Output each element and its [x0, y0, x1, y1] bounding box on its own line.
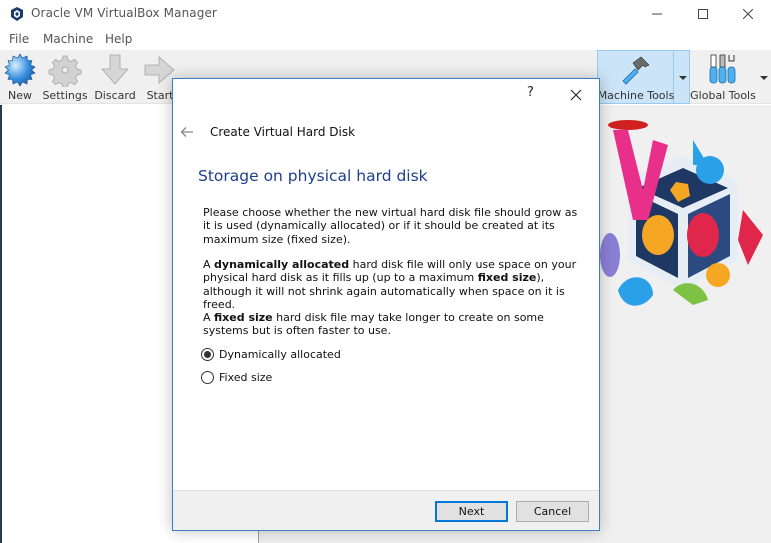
- discard-button[interactable]: Discard: [94, 50, 136, 104]
- next-button[interactable]: Next: [435, 501, 508, 522]
- machine-tools-dropdown-icon[interactable]: [679, 76, 687, 80]
- machine-tools-content[interactable]: Machine Tools: [598, 50, 674, 104]
- tools-icon: [709, 54, 736, 84]
- global-tools-button[interactable]: Global Tools: [690, 50, 756, 104]
- menu-file[interactable]: File: [9, 32, 29, 46]
- maximize-button[interactable]: [680, 0, 726, 28]
- page-heading: Storage on physical hard disk: [198, 167, 428, 185]
- minimize-button[interactable]: [634, 0, 680, 28]
- intro-text: Please choose whether the new virtual ha…: [203, 206, 578, 246]
- minimize-icon: [652, 13, 662, 15]
- down-arrow-icon: [101, 54, 129, 85]
- radio-dynamically-allocated[interactable]: Dynamically allocated: [201, 348, 341, 361]
- window-title: Oracle VM VirtualBox Manager: [31, 6, 217, 20]
- virtualbox-manager-window: Oracle VM VirtualBox Manager File Machin…: [0, 0, 771, 543]
- radio-button-selected[interactable]: [201, 348, 214, 361]
- menu-help[interactable]: Help: [105, 32, 132, 46]
- close-button[interactable]: [725, 0, 771, 28]
- radio-fixed-size[interactable]: Fixed size: [201, 371, 272, 384]
- dialog-button-bar: Next Cancel: [173, 490, 599, 530]
- maximize-icon: [698, 9, 708, 19]
- radio-label-fixed: Fixed size: [219, 371, 273, 384]
- dynamic-paragraph: A dynamically allocated hard disk file w…: [203, 258, 578, 312]
- virtualbox-mascot-illustration: [600, 120, 763, 306]
- radio-button-unselected[interactable]: [201, 371, 214, 384]
- dialog-close-icon[interactable]: [566, 85, 586, 105]
- gear-icon: [48, 55, 82, 87]
- discard-label: Discard: [94, 89, 136, 102]
- new-starburst-icon: [4, 53, 36, 87]
- close-icon: [743, 9, 753, 19]
- new-label: New: [8, 89, 32, 102]
- dialog-title: Create Virtual Hard Disk: [210, 125, 356, 139]
- help-button[interactable]: ?: [527, 85, 534, 100]
- fixed-size-term: fixed size: [214, 311, 273, 324]
- title-bar: Oracle VM VirtualBox Manager: [0, 0, 771, 28]
- radio-dot: [204, 351, 211, 358]
- create-virtual-hard-disk-dialog: ? Create Virtual Hard Disk Storage on ph…: [172, 78, 600, 531]
- back-arrow-icon[interactable]: [180, 126, 194, 138]
- fixed-text-pre: A: [203, 311, 215, 324]
- cancel-button[interactable]: Cancel: [516, 501, 589, 522]
- left-edge: [0, 105, 2, 543]
- global-tools-dropdown-icon[interactable]: [760, 76, 768, 80]
- fixed-paragraph: A fixed size hard disk file may take lon…: [203, 311, 578, 338]
- new-button[interactable]: New: [2, 50, 38, 104]
- hammer-icon: [622, 56, 650, 85]
- settings-button[interactable]: Settings: [42, 50, 88, 104]
- menu-machine[interactable]: Machine: [43, 32, 93, 46]
- start-label: Start: [146, 89, 174, 102]
- fixed-term: fixed size: [477, 271, 537, 285]
- machine-tools-label: Machine Tools: [597, 89, 675, 102]
- global-tools-label: Global Tools: [690, 89, 756, 102]
- dynamic-text-pre: A: [203, 258, 215, 271]
- radio-label-dynamic: Dynamically allocated: [219, 348, 341, 361]
- virtualbox-logo-icon: [11, 7, 23, 21]
- dynamic-term: dynamically allocated: [214, 258, 350, 271]
- menu-bar: File Machine Help: [0, 28, 771, 50]
- settings-label: Settings: [42, 89, 88, 102]
- intro-paragraph: Please choose whether the new virtual ha…: [203, 206, 578, 246]
